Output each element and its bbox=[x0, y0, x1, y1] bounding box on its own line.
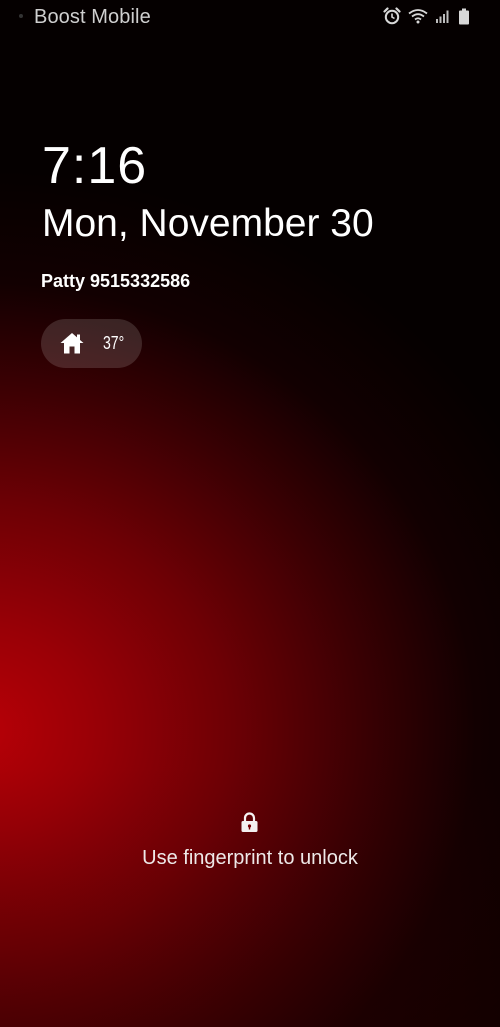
unlock-hint: Use fingerprint to unlock bbox=[142, 847, 358, 869]
lock-icon bbox=[240, 812, 259, 838]
signal-icon bbox=[435, 8, 451, 24]
weather-temperature: 37° bbox=[103, 333, 125, 353]
lockscreen-date: Mon, November 30 bbox=[42, 202, 374, 245]
status-icons bbox=[383, 7, 470, 25]
status-bar[interactable]: Boost Mobile bbox=[0, 0, 500, 36]
home-icon bbox=[59, 331, 85, 360]
lockscreen-clock: 7:16 bbox=[42, 137, 148, 195]
lock-screen[interactable]: Boost Mobile 7:16 Mon, November 30 Patty… bbox=[0, 0, 500, 1027]
alarm-icon bbox=[383, 7, 401, 25]
owner-info: Patty 9515332586 bbox=[41, 271, 191, 291]
wifi-icon bbox=[408, 8, 428, 24]
battery-icon bbox=[458, 8, 470, 25]
carrier-name: Boost Mobile bbox=[34, 6, 151, 28]
notification-dot bbox=[19, 14, 23, 18]
weather-widget[interactable]: 37° bbox=[41, 319, 142, 368]
